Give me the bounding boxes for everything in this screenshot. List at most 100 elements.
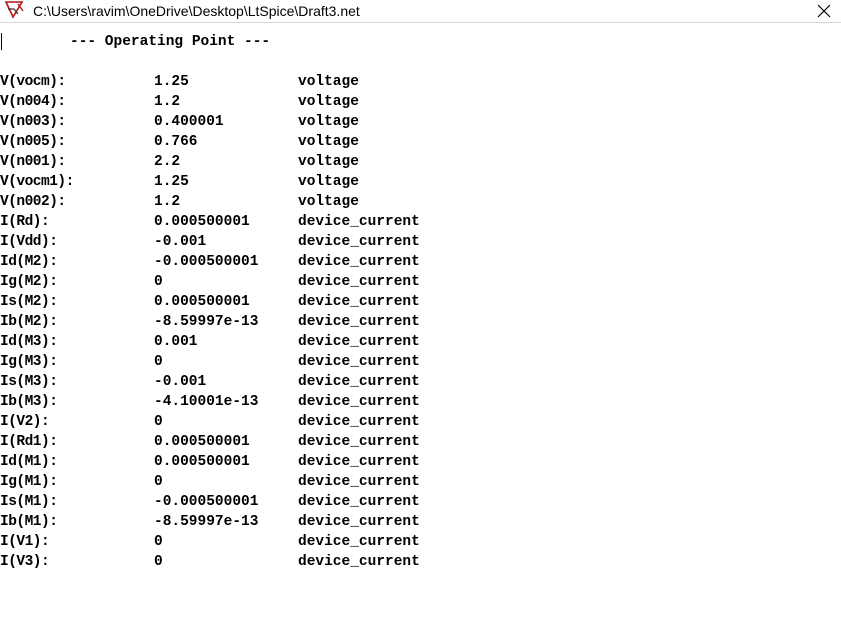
list-item: Ib(M2): -8.59997e-13 device_current	[0, 312, 520, 332]
list-item: Is(M2): 0.000500001 device_current	[0, 292, 520, 312]
op-type: voltage	[298, 74, 359, 90]
op-type: device_current	[298, 354, 420, 370]
op-name: I(V1):	[0, 534, 50, 550]
op-name: Id(M1):	[0, 454, 58, 470]
list-item: Ig(M3): 0 device_current	[0, 352, 520, 372]
op-value: 0.000500001	[154, 214, 250, 230]
list-item: Id(M2): -0.000500001 device_current	[0, 252, 520, 272]
list-item: Ib(M1): -8.59997e-13 device_current	[0, 512, 520, 532]
list-item: V(vocm): 1.25 voltage	[0, 72, 520, 92]
op-type: voltage	[298, 134, 359, 150]
op-type: device_current	[298, 234, 420, 250]
list-item: I(V1): 0 device_current	[0, 532, 520, 552]
op-value: 1.25	[154, 74, 189, 90]
ltspice-app-icon	[4, 0, 26, 20]
op-value: 0.000500001	[154, 434, 250, 450]
op-type: device_current	[298, 474, 420, 490]
op-type: device_current	[298, 334, 420, 350]
list-item: V(n003): 0.400001 voltage	[0, 112, 520, 132]
op-value: 0.000500001	[154, 454, 250, 470]
op-value: -4.10001e-13	[154, 394, 259, 410]
list-item: V(n004): 1.2 voltage	[0, 92, 520, 112]
op-type: device_current	[298, 214, 420, 230]
op-name: I(Rd):	[0, 214, 50, 230]
op-name: V(n004):	[0, 94, 66, 110]
op-value: -8.59997e-13	[154, 514, 259, 530]
op-type: device_current	[298, 434, 420, 450]
op-type: device_current	[298, 534, 420, 550]
list-item: I(Vdd): -0.001 device_current	[0, 232, 520, 252]
op-value: 0.001	[154, 334, 198, 350]
text-area[interactable]: --- Operating Point --- V(vocm): 1.25 volt…	[0, 23, 841, 619]
list-item: V(vocm1): 1.25 voltage	[0, 172, 520, 192]
operating-point-list: V(vocm): 1.25 voltage V(n004): 1.2 voltage V(n…	[0, 72, 520, 572]
op-name: I(V3):	[0, 554, 50, 570]
list-item: I(Rd1): 0.000500001 device_current	[0, 432, 520, 452]
op-value: 2.2	[154, 154, 181, 170]
netlist-window: C:\Users\ravim\OneDrive\Desktop\LtSpice\…	[0, 0, 841, 619]
op-name: Ig(M3):	[0, 354, 58, 370]
op-type: device_current	[298, 514, 420, 530]
op-name: V(vocm):	[0, 74, 66, 90]
op-name: Is(M3):	[0, 374, 58, 390]
list-item: Is(M1): -0.000500001 device_current	[0, 492, 520, 512]
list-item: Id(M1): 0.000500001 device_current	[0, 452, 520, 472]
op-name: Is(M1):	[0, 494, 58, 510]
op-value: -0.001	[154, 234, 207, 250]
close-button[interactable]	[807, 0, 841, 22]
op-type: device_current	[298, 294, 420, 310]
op-name: V(vocm1):	[0, 174, 74, 190]
op-name: V(n005):	[0, 134, 66, 150]
op-name: Ig(M2):	[0, 274, 58, 290]
op-type: device_current	[298, 394, 420, 410]
op-type: device_current	[298, 314, 420, 330]
close-icon	[817, 4, 831, 18]
list-item: V(n001): 2.2 voltage	[0, 152, 520, 172]
op-type: device_current	[298, 414, 420, 430]
list-item: Ig(M1): 0 device_current	[0, 472, 520, 492]
op-name: I(Vdd):	[0, 234, 58, 250]
section-header: --- Operating Point ---	[70, 34, 271, 50]
op-value: 0.000500001	[154, 294, 250, 310]
op-type: device_current	[298, 374, 420, 390]
op-value: -0.000500001	[154, 254, 259, 270]
list-item: Ib(M3): -4.10001e-13 device_current	[0, 392, 520, 412]
list-item: I(Rd): 0.000500001 device_current	[0, 212, 520, 232]
list-item: Ig(M2): 0 device_current	[0, 272, 520, 292]
op-name: I(Rd1):	[0, 434, 58, 450]
list-item: I(V2): 0 device_current	[0, 412, 520, 432]
op-name: Id(M3):	[0, 334, 58, 350]
op-name: Is(M2):	[0, 294, 58, 310]
op-type: device_current	[298, 454, 420, 470]
op-name: Ib(M2):	[0, 314, 58, 330]
op-name: V(n002):	[0, 194, 66, 210]
op-value: 0	[154, 354, 163, 370]
op-type: voltage	[298, 194, 359, 210]
op-name: Ib(M1):	[0, 514, 58, 530]
op-type: device_current	[298, 274, 420, 290]
op-type: voltage	[298, 114, 359, 130]
op-type: device_current	[298, 494, 420, 510]
op-type: device_current	[298, 254, 420, 270]
op-type: voltage	[298, 94, 359, 110]
op-type: device_current	[298, 554, 420, 570]
op-value: -0.001	[154, 374, 207, 390]
op-value: 0	[154, 414, 163, 430]
op-name: Id(M2):	[0, 254, 58, 270]
op-value: 0	[154, 534, 163, 550]
op-value: 0.400001	[154, 114, 224, 130]
op-value: 1.2	[154, 94, 181, 110]
op-name: V(n003):	[0, 114, 66, 130]
op-value: 0	[154, 474, 163, 490]
window-title: C:\Users\ravim\OneDrive\Desktop\LtSpice\…	[33, 3, 360, 19]
op-type: voltage	[298, 174, 359, 190]
op-name: V(n001):	[0, 154, 66, 170]
op-type: voltage	[298, 154, 359, 170]
op-value: 0	[154, 274, 163, 290]
op-value: -0.000500001	[154, 494, 259, 510]
title-bar[interactable]: C:\Users\ravim\OneDrive\Desktop\LtSpice\…	[0, 0, 841, 23]
op-value: 1.25	[154, 174, 189, 190]
op-name: Ig(M1):	[0, 474, 58, 490]
list-item: Is(M3): -0.001 device_current	[0, 372, 520, 392]
list-item: I(V3): 0 device_current	[0, 552, 520, 572]
